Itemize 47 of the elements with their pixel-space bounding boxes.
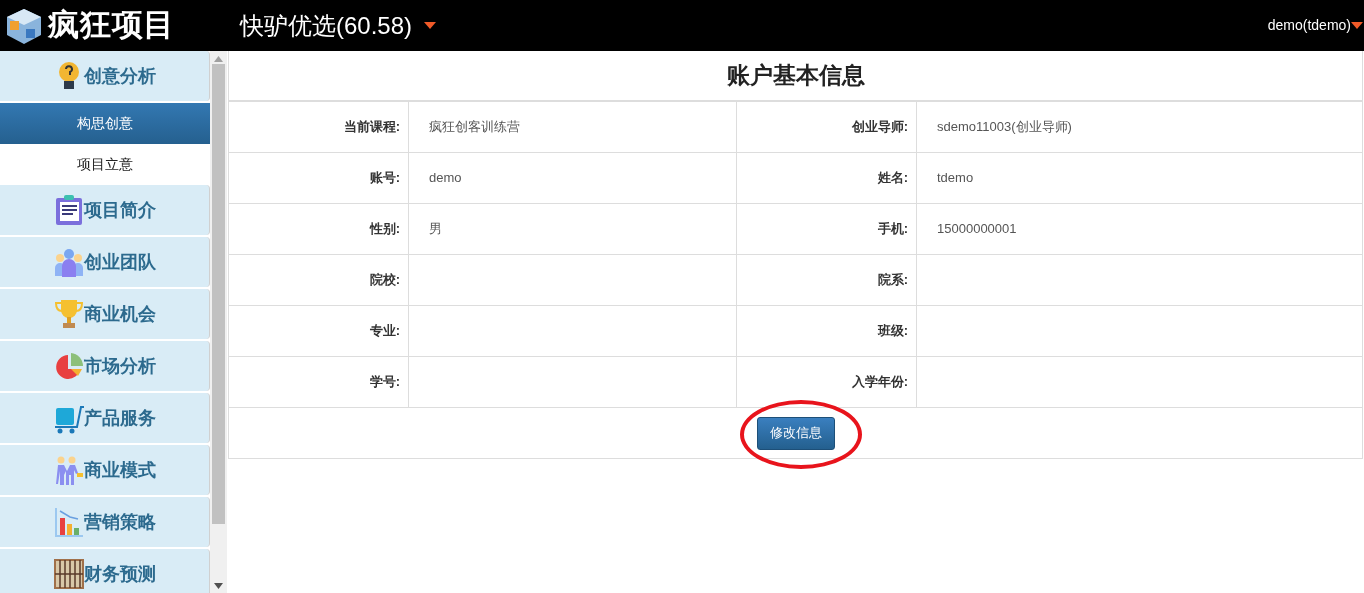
sidebar-group[interactable]: 商业模式 bbox=[0, 445, 210, 495]
field-value: demo bbox=[429, 169, 462, 188]
scroll-up-icon[interactable] bbox=[214, 56, 223, 62]
caret-icon bbox=[424, 22, 437, 29]
panel-title: 账户基本信息 bbox=[229, 51, 1362, 102]
field-label: 班级: bbox=[877, 322, 908, 341]
scrollbar[interactable] bbox=[210, 51, 227, 593]
pie-chart-icon bbox=[53, 350, 84, 382]
edit-info-button[interactable]: 修改信息 bbox=[756, 416, 835, 450]
field-label: 院校: bbox=[369, 271, 400, 290]
field-label: 手机: bbox=[877, 220, 908, 239]
user-menu[interactable]: demo(tdemo) bbox=[1267, 15, 1363, 36]
sidebar-group[interactable]: 营销策略 bbox=[0, 497, 210, 547]
sidebar-group[interactable]: 项目简介 bbox=[0, 185, 210, 235]
field-label: 入学年份: bbox=[851, 373, 908, 392]
field-value: sdemo11003(创业导师) bbox=[937, 118, 1072, 137]
project-dropdown[interactable]: 快驴优选(60.58) bbox=[240, 7, 437, 44]
trophy-icon bbox=[53, 298, 84, 330]
sidebar-group[interactable]: 商业机会 bbox=[0, 289, 210, 339]
field-label: 当前课程: bbox=[343, 118, 400, 137]
cube-logo-icon bbox=[4, 6, 44, 45]
caret-icon bbox=[1351, 22, 1363, 29]
field-value: tdemo bbox=[937, 169, 974, 188]
sidebar-group[interactable]: 产品服务 bbox=[0, 393, 210, 443]
scroll-down-icon[interactable] bbox=[214, 583, 223, 589]
bar-chart-icon bbox=[53, 506, 84, 538]
field-label: 创业导师: bbox=[851, 118, 908, 137]
field-value: 男 bbox=[429, 220, 442, 239]
sidebar-group[interactable]: 市场分析 bbox=[0, 341, 210, 391]
field-label: 院系: bbox=[877, 271, 908, 290]
field-label: 账号: bbox=[369, 169, 400, 188]
sidebar-group[interactable]: 创业团队 bbox=[0, 237, 210, 287]
clipboard-icon bbox=[53, 194, 84, 226]
field-value: 15000000001 bbox=[937, 220, 1017, 239]
field-label: 专业: bbox=[369, 322, 400, 341]
scrollbar-thumb[interactable] bbox=[212, 64, 225, 524]
abacus-icon bbox=[53, 558, 84, 590]
handshake-icon bbox=[53, 454, 84, 486]
team-icon bbox=[53, 246, 84, 278]
field-label: 姓名: bbox=[877, 169, 908, 188]
logo-text: 疯狂项目 bbox=[48, 6, 176, 45]
sidebar-group[interactable]: 创意分析 bbox=[0, 51, 210, 101]
sidebar-item[interactable]: 构思创意 bbox=[0, 103, 210, 144]
field-label: 性别: bbox=[369, 220, 400, 239]
field-label: 学号: bbox=[369, 373, 400, 392]
field-value: 疯狂创客训练营 bbox=[429, 118, 520, 137]
sidebar-group[interactable]: 财务预测 bbox=[0, 549, 210, 593]
